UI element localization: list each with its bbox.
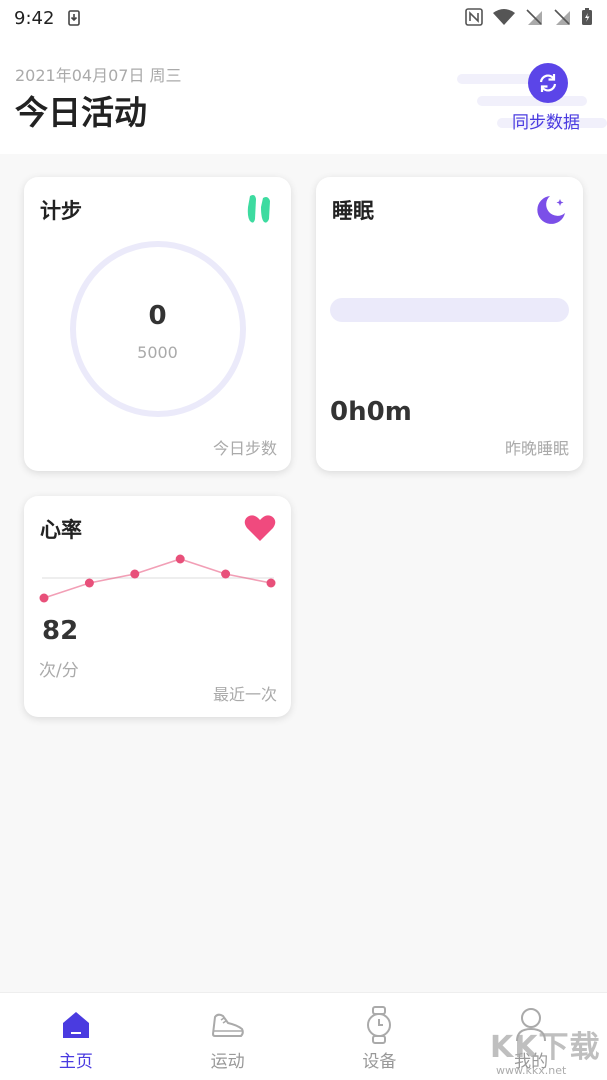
heart-rate-footer: 最近一次 (212, 685, 277, 704)
steps-title: 计步 (40, 199, 82, 223)
heart-rate-card[interactable]: 心率 82 次/分 最近一次 (24, 496, 291, 717)
sleep-title: 睡眠 (332, 199, 374, 223)
header: 2021年04月07日 周三 今日活动 同步数据 (0, 36, 607, 154)
nav-item-device[interactable]: 设备 (304, 993, 456, 1080)
home-icon (56, 1005, 96, 1045)
heart-rate-point (39, 593, 49, 603)
nav-label-profile: 我的 (514, 1052, 549, 1072)
nav-label-sport: 运动 (210, 1052, 245, 1072)
shoe-icon (208, 1005, 248, 1045)
heart-rate-point (130, 569, 140, 579)
heart-rate-point (84, 578, 94, 588)
heart-rate-unit: 次/分 (39, 661, 79, 681)
nav-item-profile[interactable]: 我的 (455, 993, 607, 1080)
nav-label-device: 设备 (362, 1052, 397, 1072)
status-icons (465, 8, 593, 26)
heart-rate-chart (39, 554, 276, 603)
status-time: 9:42 (14, 7, 55, 29)
heart-rate-value: 82 (42, 616, 79, 646)
date-text: 2021年04月07日 周三 (15, 66, 182, 85)
nav-item-sport[interactable]: 运动 (152, 993, 304, 1080)
person-icon (511, 1005, 551, 1045)
steps-card[interactable]: 计步 0 5000 今日步数 (24, 177, 291, 471)
steps-value: 0 (148, 301, 167, 331)
sleep-bar (330, 298, 569, 322)
sleep-footer: 昨晚睡眠 (504, 439, 569, 458)
bottom-nav: 主页 运动 设备 我的 (0, 992, 607, 1080)
page-title: 今日活动 (15, 93, 147, 132)
nav-label-home: 主页 (58, 1052, 93, 1072)
status-bar: 9:42 (0, 0, 607, 36)
footprints-icon (247, 195, 270, 223)
sync-button[interactable] (528, 63, 568, 103)
steps-goal: 5000 (137, 343, 178, 362)
moon-icon (537, 196, 565, 224)
download-icon (68, 10, 81, 26)
sync-icon (539, 74, 557, 92)
heart-rate-point (221, 569, 231, 579)
heart-rate-title: 心率 (40, 518, 82, 542)
sync-label[interactable]: 同步数据 (512, 108, 580, 133)
nfc-icon (465, 8, 483, 26)
sleep-value: 0h0m (330, 397, 412, 427)
no-sim-icon (526, 9, 542, 25)
battery-icon (582, 8, 592, 25)
heart-icon (244, 515, 276, 541)
sleep-card[interactable]: 睡眠 0h0m 昨晚睡眠 (316, 177, 583, 471)
no-sim-icon-2 (554, 9, 570, 25)
wifi-icon (493, 9, 515, 25)
nav-item-home[interactable]: 主页 (0, 993, 152, 1080)
heart-rate-point (266, 578, 276, 588)
steps-footer: 今日步数 (212, 439, 277, 458)
heart-rate-point (175, 554, 185, 564)
watch-icon (359, 1005, 399, 1045)
